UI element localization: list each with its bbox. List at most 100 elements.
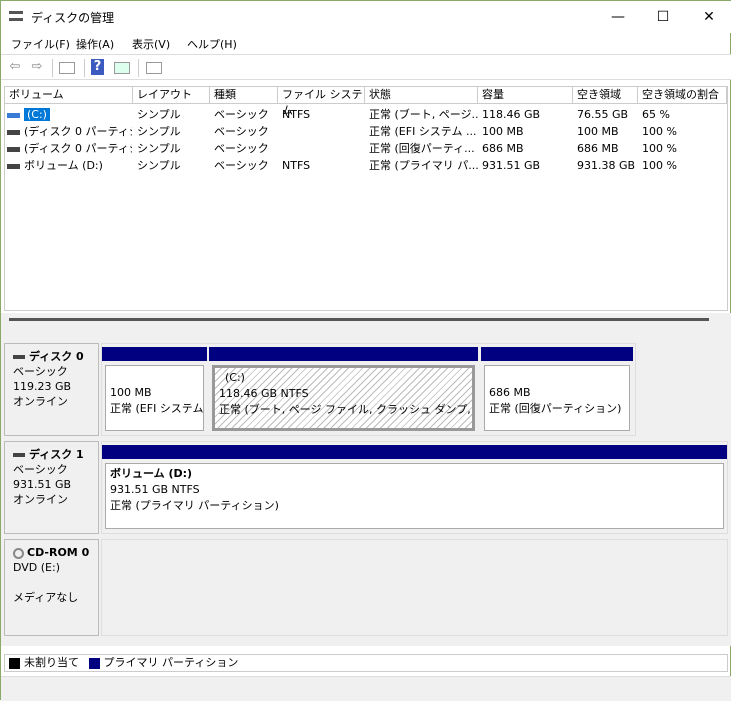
status-bar bbox=[1, 676, 731, 701]
cell-text: 118.46 GB bbox=[482, 108, 541, 121]
show-action-pane-icon[interactable] bbox=[114, 62, 130, 74]
partition-status: 正常 (ブート, ページ ファイル, クラッシュ ダンプ, ベーシック データ … bbox=[219, 403, 472, 416]
column-header-status[interactable]: 状態 bbox=[365, 87, 478, 104]
disk-status: メディアなし bbox=[13, 591, 79, 604]
column-header-capacity[interactable]: 容量 bbox=[478, 87, 573, 104]
volume-row[interactable]: (C:) シンプル ベーシック NTFS 正常 (ブート, ページ... 118.46 G… bbox=[5, 106, 727, 123]
partition-efi[interactable]: 100 MB 正常 (EFI システム パーティション) bbox=[102, 347, 207, 435]
cell-text: 686 MB bbox=[577, 142, 619, 155]
disk-1-partitions: ボリューム (D:) 931.51 GB NTFS 正常 (プライマリ パーティ… bbox=[101, 441, 728, 534]
cell-text: NTFS bbox=[282, 108, 311, 121]
disk-type: DVD (E:) bbox=[13, 561, 61, 574]
disk-name: ディスク 0 bbox=[29, 350, 84, 363]
free-space: 686 MB bbox=[577, 140, 639, 157]
free-space: 100 MB bbox=[577, 123, 639, 140]
partition-size: 686 MB bbox=[489, 386, 531, 399]
volume-list: ボリューム レイアウト 種類 ファイル システム 状態 容量 空き領域 空き領域… bbox=[4, 86, 728, 311]
volume-icon bbox=[7, 163, 20, 169]
percent-free: 100 % bbox=[642, 123, 730, 140]
layout: シンプル bbox=[137, 106, 212, 123]
volume-row[interactable]: ボリューム (D:) シンプル ベーシック NTFS 正常 (プライマリ パ... 931… bbox=[5, 157, 727, 174]
cdrom-0-info[interactable]: CD-ROM 0 DVD (E:) メディアなし bbox=[4, 539, 99, 636]
disk-1-info[interactable]: ディスク 1 ベーシック 931.51 GB オンライン bbox=[4, 441, 99, 534]
file-system: NTFS bbox=[282, 106, 367, 123]
column-header-file-system[interactable]: ファイル システム bbox=[278, 87, 365, 117]
maximize-button[interactable]: ☐ bbox=[640, 1, 686, 33]
menu-bar: ファイル(F) 操作(A) 表示(V) ヘルプ(H) bbox=[1, 33, 731, 53]
close-button[interactable]: ✕ bbox=[686, 1, 731, 33]
minimize-button[interactable]: — bbox=[595, 1, 641, 33]
menu-file[interactable]: ファイル(F) bbox=[11, 36, 70, 52]
partition-header-bar bbox=[102, 347, 207, 361]
column-header-layout[interactable]: レイアウト bbox=[133, 87, 210, 104]
partition-size: 100 MB bbox=[110, 386, 152, 399]
help-icon[interactable]: ? bbox=[91, 59, 104, 75]
column-header-free-space[interactable]: 空き領域 bbox=[573, 87, 638, 104]
legend-primary-partition: プライマリ パーティション bbox=[103, 656, 239, 669]
disk-icon bbox=[13, 355, 25, 359]
cell-text: ベーシック bbox=[214, 125, 269, 138]
partition-status: 正常 (EFI システム パーティション) bbox=[110, 402, 204, 415]
cell-text: 76.55 GB bbox=[577, 108, 629, 121]
cell-text: 正常 (ブート, ページ... bbox=[369, 108, 479, 121]
column-header-type[interactable]: 種類 bbox=[210, 87, 278, 104]
type: ベーシック bbox=[214, 123, 280, 140]
menu-view[interactable]: 表示(V) bbox=[132, 36, 170, 52]
volume-row[interactable]: (ディスク 0 パーティシ... シンプル ベーシック 正常 (回復パーティ... 68… bbox=[5, 140, 727, 157]
cell-text: NTFS bbox=[282, 159, 311, 172]
partition-header-bar bbox=[481, 347, 633, 361]
disk-0-info[interactable]: ディスク 0 ベーシック 119.23 GB オンライン bbox=[4, 343, 99, 436]
cell-text: 931.38 GB bbox=[577, 159, 636, 172]
cell-text: ベーシック bbox=[214, 108, 269, 121]
cell-text: シンプル bbox=[137, 108, 181, 121]
cell-text: シンプル bbox=[137, 142, 181, 155]
partition-recovery[interactable]: 686 MB 正常 (回復パーティション) bbox=[481, 347, 633, 435]
percent-free: 65 % bbox=[642, 106, 730, 123]
cell-text: 正常 (EFI システム ... bbox=[369, 125, 477, 138]
cell-text: 100 MB bbox=[482, 125, 524, 138]
disk-management-icon bbox=[9, 11, 23, 21]
type: ベーシック bbox=[214, 157, 280, 174]
cell-text: ベーシック bbox=[214, 142, 269, 155]
partition-c[interactable]: (C:) 118.46 GB NTFS 正常 (ブート, ページ ファイル, ク… bbox=[209, 347, 478, 435]
partition-label: ボリューム (D:) bbox=[110, 467, 193, 480]
layout: シンプル bbox=[137, 157, 212, 174]
capacity: 100 MB bbox=[482, 123, 574, 140]
menu-help[interactable]: ヘルプ(H) bbox=[187, 36, 237, 52]
layout: シンプル bbox=[137, 140, 212, 157]
column-header-percent-free[interactable]: 空き領域の割合 bbox=[638, 87, 727, 104]
type: ベーシック bbox=[214, 106, 280, 123]
disk-name: ディスク 1 bbox=[29, 448, 84, 461]
volume-icon bbox=[7, 112, 20, 118]
unallocated-swatch bbox=[9, 657, 20, 669]
properties-icon[interactable] bbox=[146, 62, 162, 74]
menu-action[interactable]: 操作(A) bbox=[76, 36, 114, 52]
disk-type: ベーシック bbox=[13, 365, 68, 378]
forward-arrow-icon[interactable]: ⇨ bbox=[28, 59, 46, 75]
free-space: 931.38 GB bbox=[577, 157, 639, 174]
volume-name: (C:) bbox=[7, 106, 132, 123]
file-system: NTFS bbox=[282, 157, 367, 174]
show-hide-console-tree-icon[interactable] bbox=[59, 62, 75, 74]
column-header-volume[interactable]: ボリューム bbox=[5, 87, 133, 104]
cell-text: 100 % bbox=[642, 125, 677, 138]
capacity: 931.51 GB bbox=[482, 157, 574, 174]
partition-size: 931.51 GB NTFS bbox=[110, 483, 200, 496]
partition-d[interactable]: ボリューム (D:) 931.51 GB NTFS 正常 (プライマリ パーティ… bbox=[102, 445, 727, 533]
horizontal-scrollbar[interactable] bbox=[9, 318, 709, 321]
disk-status: オンライン bbox=[13, 493, 68, 506]
cell-text: 100 % bbox=[642, 142, 677, 155]
cell-text: 931.51 GB bbox=[482, 159, 541, 172]
disk-size: 119.23 GB bbox=[13, 380, 72, 393]
cell-text: (C:) bbox=[24, 108, 50, 121]
cd-icon bbox=[13, 547, 24, 559]
percent-free: 100 % bbox=[642, 140, 730, 157]
partition-header-bar bbox=[209, 347, 478, 361]
disk-0-partitions: 100 MB 正常 (EFI システム パーティション) (C:) 118.46… bbox=[101, 343, 636, 436]
status: 正常 (プライマリ パ... bbox=[369, 157, 479, 174]
volume-row[interactable]: (ディスク 0 パーティシ... シンプル ベーシック 正常 (EFI システム ..… bbox=[5, 123, 727, 140]
disk-status: オンライン bbox=[13, 395, 68, 408]
back-arrow-icon[interactable]: ⇦ bbox=[6, 59, 24, 75]
volume-name: ボリューム (D:) bbox=[7, 157, 132, 174]
volume-name: (ディスク 0 パーティシ... bbox=[7, 123, 132, 140]
